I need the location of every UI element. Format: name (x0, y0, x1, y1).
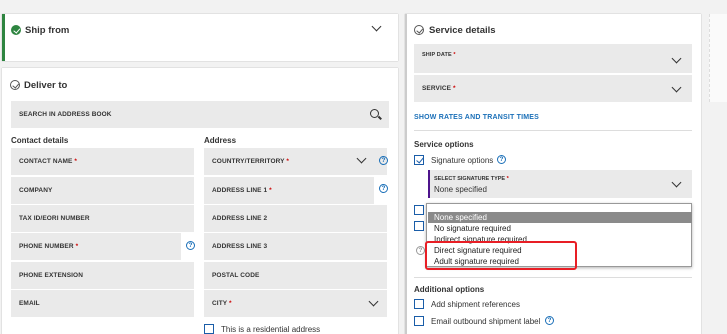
check-circle-icon (414, 25, 424, 35)
city-label: CITY (212, 300, 228, 307)
phone-extension-label: PHONE EXTENSION (19, 272, 83, 279)
address-line-2-label: ADDRESS LINE 2 (212, 215, 268, 222)
panel-accent-bar (405, 14, 407, 334)
signature-type-value: None specified (434, 185, 487, 194)
service-option-info-icon[interactable]: ? (416, 246, 425, 255)
company-field[interactable]: COMPANY (11, 177, 194, 204)
tax-id-label: TAX ID/EORI NUMBER (19, 215, 90, 222)
chevron-down-icon[interactable] (368, 296, 379, 307)
add-shipment-references-checkbox[interactable] (414, 299, 424, 309)
ship-from-title: Ship from (25, 25, 70, 36)
annotation-highlight-box (425, 241, 577, 270)
address-line-1-label: ADDRESS LINE 1 (212, 187, 268, 194)
divider (414, 277, 692, 278)
email-field[interactable]: EMAIL (11, 290, 194, 317)
chevron-down-icon[interactable] (671, 177, 682, 188)
required-marker: * (75, 243, 79, 250)
email-label-info-icon[interactable]: ? (545, 316, 554, 325)
ship-from-panel[interactable]: Ship from (2, 14, 398, 61)
address-line-1-field[interactable]: ADDRESS LINE 1 * (204, 177, 374, 204)
additional-options-heading: Additional options (414, 285, 485, 294)
required-marker: * (453, 85, 456, 92)
phone-number-field[interactable]: PHONE NUMBER * (11, 233, 181, 260)
phone-number-label: PHONE NUMBER (19, 243, 74, 250)
search-placeholder: SEARCH IN ADDRESS BOOK (19, 111, 112, 118)
country-info-icon[interactable]: ? (379, 156, 388, 165)
address-book-search-field[interactable]: SEARCH IN ADDRESS BOOK (11, 101, 389, 128)
signature-info-icon[interactable]: ? (497, 155, 506, 164)
service-select[interactable]: SERVICE * (414, 75, 692, 102)
address-heading: Address (204, 136, 237, 145)
signature-options-checkbox[interactable] (414, 155, 424, 165)
contact-details-heading: Contact details (11, 136, 69, 145)
required-marker: * (229, 300, 232, 307)
dropdown-option-no-signature[interactable]: No signature required (428, 223, 692, 234)
chevron-down-icon[interactable] (671, 82, 682, 93)
side-card (709, 14, 727, 102)
contact-name-label: CONTACT NAME (19, 158, 73, 165)
address-line-3-label: ADDRESS LINE 3 (212, 243, 268, 250)
dropdown-option-none-specified[interactable]: None specified (428, 212, 692, 223)
ship-from-accent-bar (2, 14, 5, 61)
chevron-down-icon[interactable] (356, 153, 367, 164)
required-marker: * (286, 158, 290, 165)
country-label: COUNTRY/TERRITORY (212, 158, 285, 165)
ship-date-select[interactable]: SHIP DATE * (414, 44, 692, 73)
service-options-heading: Service options (414, 140, 474, 149)
residential-label: This is a residential address (221, 325, 321, 334)
residential-checkbox[interactable] (204, 324, 214, 334)
postal-code-label: POSTAL CODE (212, 272, 260, 279)
service-option-checkbox[interactable] (414, 205, 424, 215)
add-shipment-references-label: Add shipment references (431, 300, 520, 309)
city-select[interactable]: CITY * (204, 290, 387, 317)
contact-name-field[interactable]: CONTACT NAME * (11, 148, 194, 175)
service-details-title: Service details (429, 25, 496, 36)
chevron-down-icon[interactable] (371, 21, 382, 32)
email-label-checkbox[interactable] (414, 316, 424, 326)
service-label: SERVICE (422, 85, 452, 92)
deliver-to-title: Deliver to (24, 80, 68, 91)
required-marker: * (453, 52, 456, 58)
address-info-icon[interactable]: ? (379, 184, 388, 193)
show-rates-link[interactable]: SHOW RATES AND TRANSIT TIMES (414, 114, 539, 121)
signature-type-label: SELECT SIGNATURE TYPE (434, 176, 506, 182)
chevron-down-icon[interactable] (671, 53, 682, 64)
address-line-2-field[interactable]: ADDRESS LINE 2 (204, 205, 387, 232)
country-select[interactable]: COUNTRY/TERRITORY * (204, 148, 387, 175)
service-option-checkbox[interactable] (414, 221, 424, 231)
check-circle-icon (10, 80, 20, 90)
required-marker: * (506, 176, 509, 182)
address-line-3-field[interactable]: ADDRESS LINE 3 (204, 233, 387, 260)
ship-date-label: SHIP DATE (422, 52, 452, 58)
postal-code-field[interactable]: POSTAL CODE (204, 262, 387, 289)
required-marker: * (74, 158, 77, 165)
email-label-label: Email outbound shipment label (431, 317, 541, 326)
phone-info-icon[interactable]: ? (186, 241, 195, 250)
search-icon-handle (378, 115, 382, 120)
tax-id-field[interactable]: TAX ID/EORI NUMBER (11, 205, 194, 232)
required-marker: * (269, 187, 272, 194)
signature-type-accent-bar (428, 170, 430, 198)
signature-options-label: Signature options (431, 156, 494, 165)
phone-extension-field[interactable]: PHONE EXTENSION (11, 262, 194, 289)
check-circle-icon (11, 25, 21, 35)
signature-type-select[interactable]: SELECT SIGNATURE TYPE * None specified (428, 170, 692, 198)
company-label: COMPANY (19, 187, 53, 194)
email-label: EMAIL (19, 300, 40, 307)
divider (414, 130, 692, 131)
